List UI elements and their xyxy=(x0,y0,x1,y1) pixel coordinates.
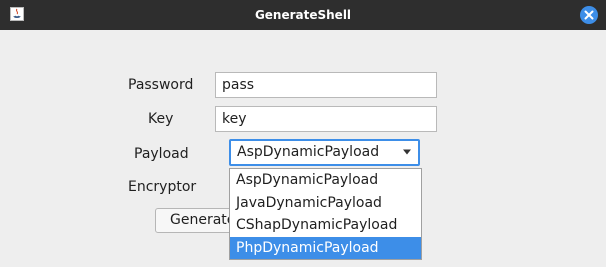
close-button[interactable] xyxy=(580,6,598,24)
payload-dropdown-list: AspDynamicPayload JavaDynamicPayload CSh… xyxy=(229,168,422,260)
password-field[interactable]: pass xyxy=(215,72,437,98)
password-label: Password xyxy=(128,77,194,93)
chevron-down-icon xyxy=(403,149,411,155)
payload-label: Payload xyxy=(134,146,189,162)
encryptor-label: Encryptor xyxy=(128,179,197,195)
dropdown-option-php[interactable]: PhpDynamicPayload xyxy=(230,236,421,259)
payload-select[interactable]: AspDynamicPayload xyxy=(229,139,420,166)
dropdown-option-asp[interactable]: AspDynamicPayload xyxy=(230,169,421,192)
dropdown-option-java[interactable]: JavaDynamicPayload xyxy=(230,192,421,215)
close-icon xyxy=(584,10,594,20)
key-field[interactable]: key xyxy=(215,106,437,132)
key-label: Key xyxy=(148,111,174,127)
dropdown-option-cshap[interactable]: CShapDynamicPayload xyxy=(230,214,421,237)
window-title: GenerateShell xyxy=(254,8,352,22)
title-bar[interactable]: GenerateShell xyxy=(0,0,606,30)
payload-selected-value: AspDynamicPayload xyxy=(237,144,380,160)
